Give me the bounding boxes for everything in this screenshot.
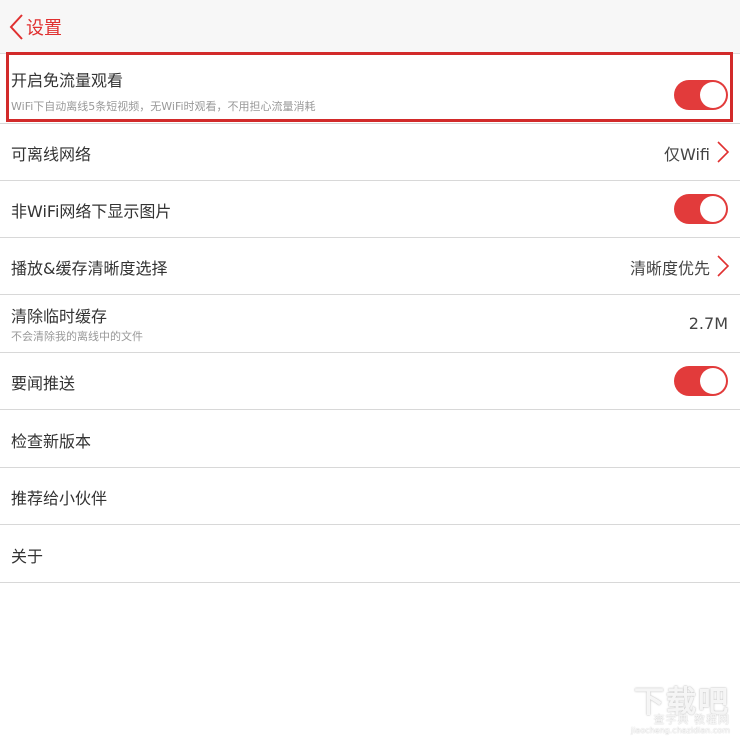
cache-size-value: 2.7M [688,314,728,333]
setting-row-offline-network[interactable]: 可离线网络 仅Wifi [0,124,740,181]
watermark-logo: 下载吧 [634,685,730,720]
free-traffic-toggle[interactable] [674,80,728,110]
watermark-url: jiaocheng.chazidian.com [630,726,730,735]
setting-row-recommend[interactable]: 推荐给小伙伴 [0,468,740,525]
chevron-right-icon [717,255,730,277]
show-images-title: 非WiFi网络下显示图片 [11,202,172,221]
watermark-site: 查字典 教程网 [653,713,730,726]
offline-network-value: 仅Wifi [664,145,710,164]
setting-row-check-update[interactable]: 检查新版本 [0,410,740,468]
playback-quality-value: 清晰度优先 [629,259,710,278]
free-traffic-title: 开启免流量观看 [11,71,124,90]
news-push-title: 要闻推送 [11,374,76,393]
offline-network-title: 可离线网络 [11,145,92,164]
setting-row-clear-cache[interactable]: 清除临时缓存 不会清除我的离线中的文件 2.7M [0,295,740,353]
free-traffic-subtitle: WiFi下自动离线5条短视频，无WiFi时观看，不用担心流量消耗 [11,100,316,113]
news-push-toggle[interactable] [674,366,728,396]
setting-row-about[interactable]: 关于 [0,525,740,583]
recommend-title: 推荐给小伙伴 [11,489,108,508]
chevron-left-icon [9,14,23,40]
page-title: 设置 [26,18,62,39]
watermark: 下载吧 查字典 教程网 jiaocheng.chazidian.com [584,677,734,737]
check-update-title: 检查新版本 [11,432,92,451]
setting-row-playback-quality[interactable]: 播放&缓存清晰度选择 清晰度优先 [0,238,740,295]
toggle-knob [700,368,726,394]
chevron-right-icon [717,141,730,163]
setting-row-news-push: 要闻推送 [0,353,740,410]
setting-row-show-images: 非WiFi网络下显示图片 [0,181,740,238]
playback-quality-title: 播放&缓存清晰度选择 [11,259,168,278]
clear-cache-subtitle: 不会清除我的离线中的文件 [11,330,143,343]
clear-cache-title: 清除临时缓存 [11,307,108,326]
back-button[interactable]: 设置 [8,12,62,42]
toggle-knob [700,82,726,108]
show-images-toggle[interactable] [674,194,728,224]
setting-row-free-traffic: 开启免流量观看 WiFi下自动离线5条短视频，无WiFi时观看，不用担心流量消耗 [0,54,740,124]
about-title: 关于 [11,547,44,566]
header-bar: 设置 [0,0,740,54]
toggle-knob [700,196,726,222]
